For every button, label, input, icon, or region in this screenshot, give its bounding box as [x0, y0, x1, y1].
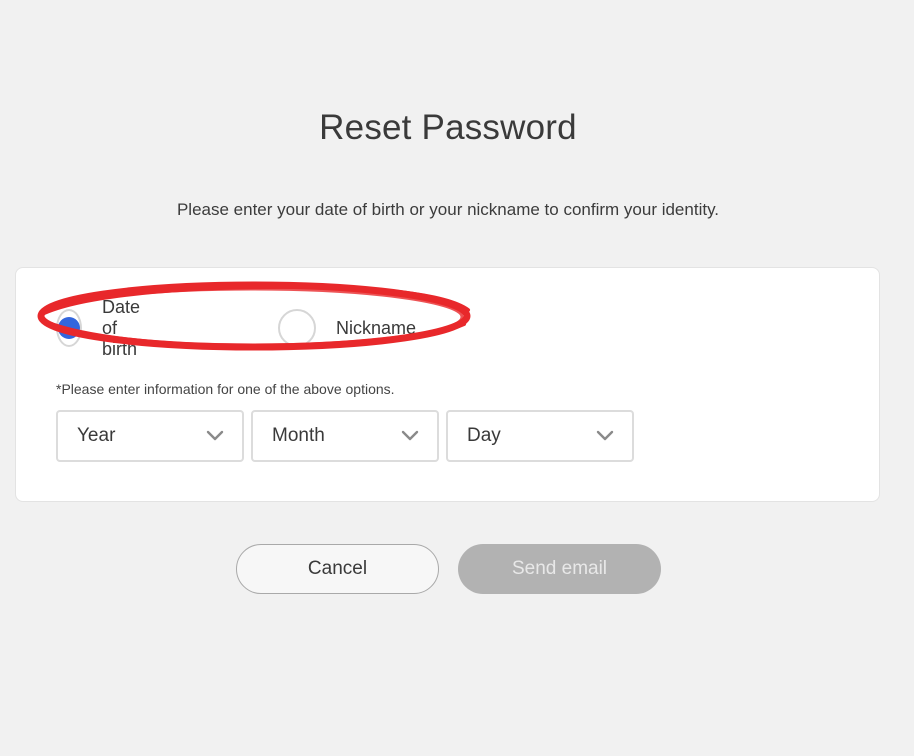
cancel-button[interactable]: Cancel	[236, 544, 439, 594]
date-of-birth-radio[interactable]	[56, 309, 82, 347]
page-title: Reset Password	[319, 108, 577, 147]
month-select[interactable]: Month	[251, 410, 439, 462]
nickname-radio[interactable]	[278, 309, 316, 347]
chevron-down-icon	[401, 430, 419, 441]
chevron-down-icon	[596, 430, 614, 441]
day-select-value: Day	[467, 425, 501, 446]
radio-option-date-of-birth[interactable]: Date of birth	[56, 297, 152, 359]
send-email-button[interactable]: Send email	[458, 544, 661, 594]
day-select[interactable]: Day	[446, 410, 634, 462]
identity-card: Date of birth Nickname *Please enter inf…	[15, 267, 880, 502]
radio-option-nickname[interactable]: Nickname	[278, 308, 416, 348]
month-select-value: Month	[272, 425, 325, 446]
options-hint: *Please enter information for one of the…	[56, 381, 395, 397]
page-subtitle: Please enter your date of birth or your …	[176, 200, 720, 219]
date-of-birth-label: Date of birth	[102, 296, 141, 359]
chevron-down-icon	[206, 430, 224, 441]
year-select-value: Year	[77, 425, 116, 446]
nickname-label: Nickname	[336, 317, 417, 338]
radio-selected-dot	[58, 317, 80, 339]
year-select[interactable]: Year	[56, 410, 244, 462]
